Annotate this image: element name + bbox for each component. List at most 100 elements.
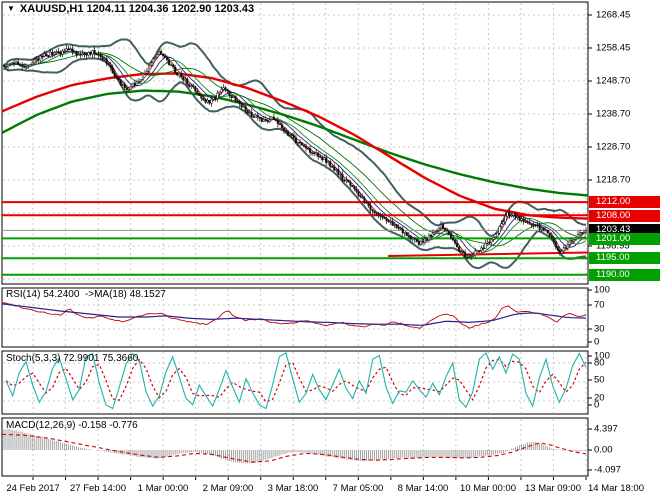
candle-body	[245, 107, 247, 111]
chart-title: XAUUSD,H1 1204.11 1204.36 1202.90 1203.4…	[20, 3, 254, 15]
candle-body	[241, 103, 243, 107]
candle-body	[90, 52, 92, 54]
candle-body	[265, 119, 267, 121]
candle-body	[559, 250, 561, 253]
candle-body	[507, 212, 509, 216]
candle-body	[239, 101, 241, 103]
candle-body	[404, 233, 406, 234]
candle-body	[253, 116, 255, 117]
candle-body	[478, 250, 480, 251]
candle-body	[513, 213, 515, 215]
candle-body	[456, 243, 458, 247]
candle-body	[289, 134, 291, 135]
candle-body	[39, 56, 41, 60]
candle-body	[33, 60, 35, 63]
candle-body	[311, 153, 313, 154]
candle-body	[366, 202, 368, 203]
candle-body	[3, 65, 5, 67]
candle-body	[335, 169, 337, 170]
candle-body	[499, 226, 501, 233]
candle-body	[158, 51, 160, 54]
candle-body	[126, 88, 128, 90]
candle-body	[279, 124, 281, 125]
price-level-badge: 1212.00	[589, 196, 660, 208]
candle-body	[460, 251, 462, 252]
candle-body	[400, 229, 402, 230]
candle-body	[386, 219, 388, 221]
candle-body	[444, 229, 446, 230]
candle-body	[575, 238, 577, 240]
candle-body	[464, 253, 466, 257]
candle-body	[515, 213, 517, 217]
candle-body	[257, 115, 259, 117]
candle-body	[120, 80, 122, 85]
candle-body	[82, 54, 84, 55]
date-label: 3 Mar 18:00	[268, 483, 319, 494]
candle-body	[442, 225, 444, 229]
candle-body	[531, 224, 533, 225]
stoch-scale-label: 80	[594, 358, 605, 369]
candle-body	[186, 79, 188, 85]
candle-body	[358, 191, 360, 195]
candle-body	[317, 153, 319, 157]
candle-body	[567, 244, 569, 248]
candle-body	[402, 229, 404, 233]
candle-body	[263, 119, 265, 121]
candle-body	[172, 65, 174, 67]
candle-body	[31, 63, 33, 65]
price-tick-label: 1228.70	[596, 142, 630, 153]
symbol-dropdown-icon[interactable]: ▼	[7, 4, 15, 14]
candle-body	[543, 228, 545, 230]
candle-body	[495, 237, 497, 238]
candle-body	[195, 87, 197, 91]
date-label: 10 Mar 00:00	[460, 483, 516, 494]
candle-body	[438, 228, 440, 230]
candle-body	[243, 107, 245, 108]
candle-body	[440, 225, 442, 229]
candle-body	[448, 231, 450, 234]
candle-body	[259, 117, 261, 118]
candle-body	[293, 136, 295, 138]
candle-body	[454, 240, 456, 243]
candle-body	[148, 65, 150, 71]
candle-body	[410, 236, 412, 239]
candle-body	[110, 65, 112, 68]
candle-body	[134, 83, 136, 85]
candle-body	[416, 239, 418, 241]
candle-body	[466, 257, 468, 258]
candle-body	[283, 128, 285, 130]
candle-body	[388, 221, 390, 222]
candle-body	[354, 187, 356, 189]
candle-body	[227, 90, 229, 92]
price-level-badge: 1190.00	[589, 269, 660, 281]
candle-body	[303, 145, 305, 146]
candle-body	[563, 248, 565, 252]
candle-body	[350, 182, 352, 185]
candle-body	[501, 224, 503, 226]
candle-body	[201, 95, 203, 98]
candle-body	[487, 242, 489, 243]
candle-body	[549, 233, 551, 236]
candle-body	[364, 198, 366, 202]
candle-body	[503, 222, 505, 224]
candle-body	[537, 225, 539, 226]
candle-body	[205, 100, 207, 102]
candle-body	[5, 67, 7, 68]
stoch-label: Stoch(5,3,3) 72.9901 75.3660	[6, 353, 138, 364]
chart-window: ▼ XAUUSD,H1 1204.11 1204.36 1202.90 1203…	[0, 0, 660, 500]
candle-body	[267, 121, 269, 122]
price-axis[interactable]: 1268.451258.451248.701238.701228.701218.…	[588, 0, 660, 477]
candle-body	[392, 221, 394, 225]
candle-body	[382, 216, 384, 217]
candle-body	[430, 235, 432, 236]
candle-body	[233, 96, 235, 97]
candle-body	[323, 158, 325, 160]
candle-body	[281, 124, 283, 128]
date-label: 24 Feb 2017	[6, 483, 59, 494]
candle-body	[424, 239, 426, 243]
price-tick-label: 1248.70	[596, 76, 630, 87]
time-axis[interactable]: 24 Feb 201727 Feb 14:001 Mar 00:002 Mar …	[0, 477, 660, 500]
candle-body	[362, 197, 364, 198]
candle-body	[136, 82, 138, 85]
candle-body	[331, 166, 333, 167]
